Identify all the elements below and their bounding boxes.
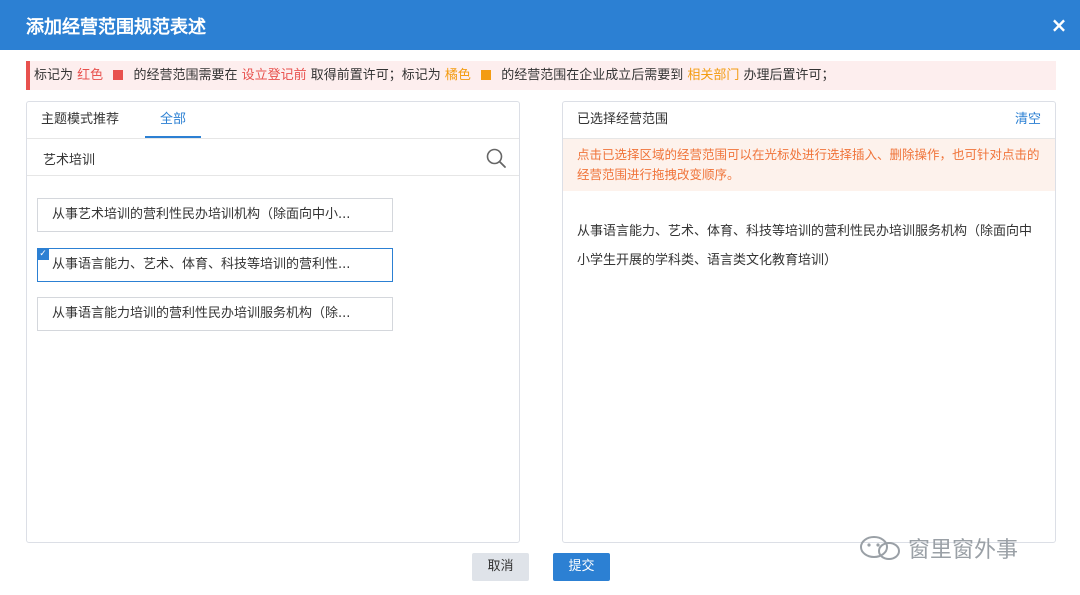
selected-scope-panel: 已选择经营范围 清空 点击已选择区域的经营范围可以在光标处进行选择插入、删除操作… [562, 101, 1056, 543]
close-icon[interactable]: × [1048, 13, 1070, 37]
notice-orange-label: 橘色 [444, 68, 471, 83]
search-icon[interactable] [485, 147, 507, 169]
scope-search-panel: 主题模式推荐 全部 从事艺术培训的营利性民办培训机构（除面向中小... ✓ 从事… [26, 101, 520, 543]
search-input[interactable] [41, 145, 475, 171]
wechat-icon [860, 536, 900, 560]
cancel-button[interactable]: 取消 [472, 553, 529, 581]
watermark-text: 窗里窗外事 [908, 538, 1019, 563]
notice-text-5: 办理后置许可； [743, 68, 835, 83]
clear-button[interactable]: 清空 [1015, 102, 1041, 138]
result-item[interactable]: 从事艺术培训的营利性民办培训机构（除面向中小... [37, 198, 393, 232]
dialog-titlebar: 添加经营范围规范表述 × [0, 0, 1080, 50]
red-square-icon [113, 70, 124, 80]
selected-hint: 点击已选择区域的经营范围可以在光标处进行选择插入、删除操作，也可针对点击的经营范… [563, 139, 1055, 191]
submit-button[interactable]: 提交 [553, 553, 610, 581]
notice-text-2: 的经营范围需要在 [133, 68, 238, 83]
result-item-label: 从事艺术培训的营利性民办培训机构（除面向中小... [52, 207, 351, 222]
notice-text-3: 取得前置许可；标记为 [310, 68, 441, 83]
result-item[interactable]: 从事语言能力培训的营利性民办培训服务机构（除... [37, 297, 393, 331]
notice-bar: 标记为 红色 的经营范围需要在 设立登记前 取得前置许可；标记为 橘色 的经营范… [26, 61, 1056, 90]
notice-red-place: 设立登记前 [241, 68, 307, 83]
result-item-label: 从事语言能力培训的营利性民办培训服务机构（除... [52, 306, 351, 321]
tab-all[interactable]: 全部 [145, 102, 201, 138]
result-item-label: 从事语言能力、艺术、体育、科技等培训的营利性... [52, 257, 351, 272]
result-item-selected[interactable]: ✓ 从事语言能力、艺术、体育、科技等培训的营利性... [37, 248, 393, 282]
orange-square-icon [481, 70, 492, 80]
checkmark-icon: ✓ [38, 249, 49, 260]
search-bar [27, 139, 519, 176]
selected-scope-text[interactable]: 从事语言能力、艺术、体育、科技等培训的营利性民办培训服务机构（除面向中小学生开展… [577, 217, 1041, 275]
dialog-title: 添加经营范围规范表述 [26, 17, 206, 38]
tab-bar: 主题模式推荐 全部 [27, 102, 519, 139]
selected-title: 已选择经营范围 [577, 112, 669, 127]
notice-text-4: 的经营范围在企业成立后需要到 [501, 68, 684, 83]
notice-text-1: 标记为 [34, 68, 74, 83]
notice-orange-place: 相关部门 [687, 68, 740, 83]
watermark: 窗里窗外事 [858, 533, 1018, 563]
selected-header: 已选择经营范围 清空 [563, 102, 1055, 139]
tab-theme-recommend[interactable]: 主题模式推荐 [41, 102, 119, 138]
notice-red-label: 红色 [77, 68, 104, 83]
